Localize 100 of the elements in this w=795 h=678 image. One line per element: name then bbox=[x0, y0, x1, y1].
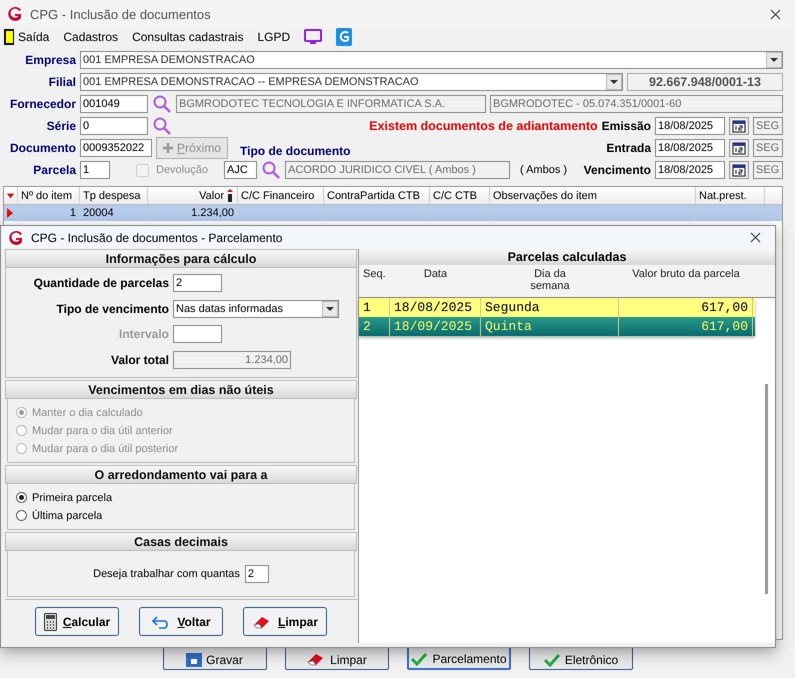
column-header[interactable]: Tp despesa bbox=[80, 187, 148, 204]
dialog-button[interactable]: Calcular bbox=[35, 607, 119, 636]
checkbox-label: Devolução bbox=[156, 164, 208, 176]
decimals-field[interactable]: 2 bbox=[244, 564, 269, 582]
date-field[interactable]: 18/08/2025 bbox=[655, 117, 725, 135]
close-icon[interactable] bbox=[750, 232, 761, 243]
installment-field[interactable]: 1 bbox=[80, 161, 110, 179]
section-header: Informações para cálculo bbox=[5, 249, 357, 268]
calendar-button[interactable] bbox=[729, 161, 749, 179]
caret-icon[interactable] bbox=[322, 300, 338, 317]
sort-icon bbox=[226, 189, 234, 202]
weekday-field[interactable]: SEG bbox=[753, 139, 783, 157]
app-icon[interactable] bbox=[336, 28, 352, 46]
calendar-icon bbox=[732, 164, 746, 176]
field-label: Fornecedor bbox=[8, 97, 76, 111]
radio-label[interactable]: Primeira parcela bbox=[32, 492, 112, 504]
supplier-short-field[interactable]: BGMRODOTEC - 05.074.351/0001-60 bbox=[490, 95, 783, 113]
doc-type-name-field[interactable]: ACORDO JURIDICO CIVEL ( Ambos ) bbox=[284, 161, 510, 179]
company-dropdown[interactable]: 001 EMPRESA DEMONSTRACAO bbox=[80, 51, 783, 69]
field-label: Série bbox=[46, 119, 76, 133]
weekday-field[interactable]: SEG bbox=[753, 161, 783, 179]
document-field[interactable]: 0009352022 bbox=[80, 139, 152, 157]
row-pointer-icon bbox=[7, 208, 13, 218]
search-icon[interactable] bbox=[152, 116, 172, 136]
radio-label[interactable]: Última parcela bbox=[32, 510, 102, 522]
doc-type-code-field[interactable]: AJC bbox=[224, 161, 257, 179]
section-header: Vencimentos em dias não úteis bbox=[5, 380, 357, 399]
installment-row[interactable]: 2 18/09/2025 Quinta 617,00 bbox=[359, 317, 755, 336]
radio-button[interactable] bbox=[16, 510, 27, 521]
caret-icon[interactable] bbox=[766, 52, 782, 68]
section-header: O arredondamento vai para a bbox=[5, 465, 357, 484]
field-label: Entrada bbox=[606, 141, 651, 155]
field-label: Intervalo bbox=[118, 327, 169, 342]
field-label: Emissão bbox=[602, 119, 651, 133]
column-header[interactable]: Nat.prest. bbox=[696, 187, 765, 204]
table-cell: 1 bbox=[70, 207, 76, 219]
number-field[interactable]: 2 bbox=[173, 274, 222, 292]
search-icon[interactable] bbox=[260, 160, 281, 180]
panel-header: Parcelas calculadas bbox=[359, 249, 775, 265]
supplier-code-field[interactable]: 001049 bbox=[80, 95, 148, 113]
radio-button[interactable] bbox=[16, 492, 27, 503]
field-label: Deseja trabalhar com quantas bbox=[93, 568, 240, 580]
dialog-button[interactable]: Voltar bbox=[139, 607, 223, 636]
menu-caret-icon[interactable] bbox=[7, 192, 14, 198]
column-header[interactable]: Valor bbox=[148, 187, 238, 204]
total-field[interactable]: 1.234,00 bbox=[173, 351, 291, 370]
field-label: Vencimento bbox=[584, 163, 651, 177]
section-header: Casas decimais bbox=[5, 532, 357, 551]
series-field[interactable]: 0 bbox=[80, 117, 148, 135]
supplier-name-field[interactable]: BGMRODOTEC TECNOLOGIA E INFORMATICA S.A. bbox=[176, 95, 486, 113]
plus-icon bbox=[163, 143, 173, 153]
scope-text: ( Ambos ) bbox=[520, 164, 568, 176]
table-cell: 1.234,00 bbox=[191, 207, 234, 219]
menu-item[interactable]: Cadastros bbox=[63, 30, 118, 44]
date-field[interactable]: 18/08/2025 bbox=[655, 139, 725, 157]
field-label: Filial bbox=[48, 75, 76, 89]
check-icon bbox=[410, 652, 428, 666]
close-icon[interactable] bbox=[770, 8, 781, 20]
field-label: Quantidade de parcelas bbox=[32, 276, 169, 290]
column-header: Seq. bbox=[362, 267, 387, 282]
monitor-icon[interactable] bbox=[304, 29, 322, 45]
column-header[interactable]: ContraPartida CTB bbox=[324, 187, 430, 204]
column-header[interactable]: Nº do item bbox=[18, 187, 80, 204]
menu-item[interactable]: Saída bbox=[4, 29, 50, 45]
installment-row[interactable]: 1 18/08/2025 Segunda 617,00 bbox=[359, 298, 755, 317]
weekday-field[interactable]: SEG bbox=[753, 117, 783, 135]
column-header: Data bbox=[422, 267, 448, 282]
alert-text: Existem documentos de adiantamento bbox=[368, 119, 598, 133]
app-logo-icon bbox=[7, 228, 25, 246]
field-label: Empresa bbox=[24, 53, 76, 67]
window-title: CPG - Inclusão de documentos bbox=[30, 6, 212, 22]
field-label: Valor total bbox=[110, 353, 169, 368]
column-header[interactable]: C/C CTB bbox=[430, 187, 490, 204]
column-header[interactable]: Observações do item bbox=[490, 187, 696, 204]
caret-icon[interactable] bbox=[606, 74, 622, 90]
due-type-dropdown[interactable]: Nas datas informadas bbox=[173, 300, 339, 318]
table-cell: 20004 bbox=[83, 207, 114, 219]
calendar-icon bbox=[732, 120, 746, 132]
section-label: Tipo de documento bbox=[240, 144, 350, 158]
dialog-title: CPG - Inclusão de documentos - Parcelamento bbox=[31, 230, 284, 244]
field-label: Parcela bbox=[32, 163, 76, 177]
door-icon bbox=[4, 29, 14, 45]
app-logo-icon bbox=[6, 5, 24, 23]
cnpj-field: 92.667.948/0001-13 bbox=[627, 73, 783, 91]
calculator-icon bbox=[44, 612, 57, 630]
calendar-button[interactable] bbox=[729, 117, 749, 135]
branch-dropdown[interactable]: 001 EMPRESA DEMONSTRACAO -- EMPRESA DEMONSTRACAO bbox=[80, 73, 623, 91]
dialog-button[interactable]: Limpar bbox=[243, 607, 327, 636]
date-field[interactable]: 18/08/2025 bbox=[655, 161, 725, 179]
calendar-button[interactable] bbox=[729, 139, 749, 157]
column-header: Dia da semana bbox=[529, 267, 571, 294]
column-header[interactable]: C/C Financeiro bbox=[238, 187, 324, 204]
menu-item[interactable]: LGPD bbox=[257, 30, 290, 44]
calendar-icon bbox=[732, 142, 746, 154]
field-label: Documento bbox=[9, 141, 76, 155]
check-icon bbox=[542, 653, 561, 667]
column-header: Valor bruto da parcela bbox=[631, 267, 741, 282]
search-icon[interactable] bbox=[152, 94, 172, 114]
field-label: Tipo de vencimento bbox=[56, 302, 169, 316]
menu-item[interactable]: Consultas cadastrais bbox=[132, 30, 244, 44]
